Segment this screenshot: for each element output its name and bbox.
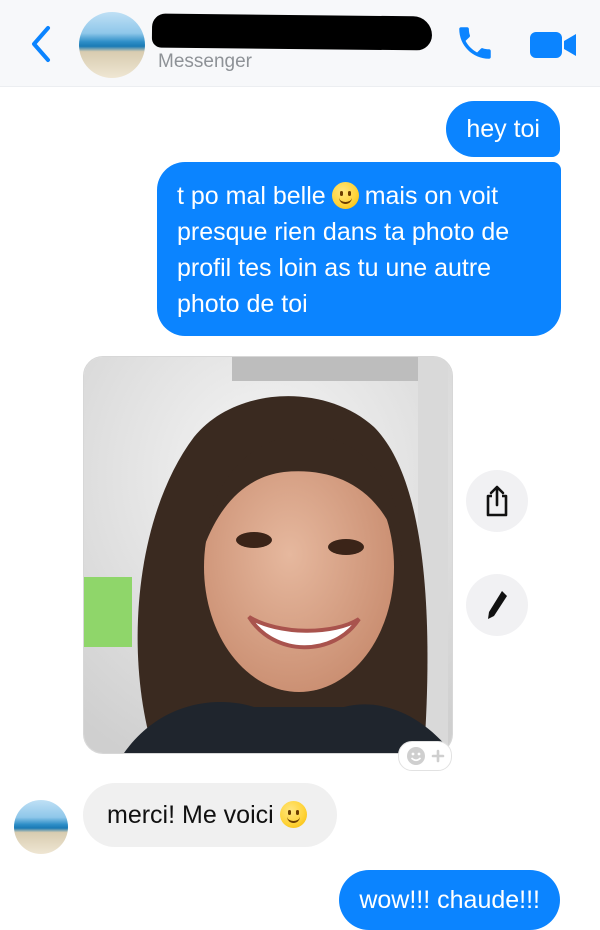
share-button[interactable]	[466, 470, 528, 532]
back-button[interactable]	[24, 22, 60, 66]
share-icon	[486, 485, 508, 517]
voice-call-button[interactable]	[454, 22, 496, 64]
message-bubble-outgoing[interactable]: hey toi	[446, 101, 560, 157]
chevron-left-icon	[32, 26, 50, 62]
message-bubble-outgoing[interactable]: t po mal belle mais on voit presque rien …	[157, 162, 561, 336]
video-call-button[interactable]	[528, 28, 578, 62]
pencil-icon	[488, 591, 507, 619]
conversation-header: Messenger	[0, 0, 600, 87]
message-text: t po mal belle	[177, 182, 326, 210]
photo-content	[84, 357, 452, 753]
message-bubble-incoming[interactable]: merci! Me voici	[83, 783, 337, 847]
shared-photo[interactable]	[83, 356, 453, 754]
header-subtitle: Messenger	[158, 51, 252, 72]
sender-avatar[interactable]	[14, 800, 68, 854]
contact-avatar[interactable]	[79, 12, 145, 78]
video-camera-icon	[530, 32, 576, 58]
edit-photo-button[interactable]	[466, 574, 528, 636]
add-reaction-icon	[407, 747, 445, 765]
message-bubble-outgoing[interactable]: wow!!! chaude!!!	[339, 870, 560, 930]
contact-name-redacted[interactable]	[151, 13, 433, 51]
phone-icon	[459, 27, 491, 59]
message-text: wow!!! chaude!!!	[359, 886, 540, 914]
smiley-emoji-icon	[331, 182, 359, 209]
message-text: merci! Me voici	[107, 801, 274, 829]
add-reaction-button[interactable]	[398, 741, 452, 771]
message-text: hey toi	[466, 115, 540, 143]
smiley-emoji-icon	[279, 801, 307, 828]
